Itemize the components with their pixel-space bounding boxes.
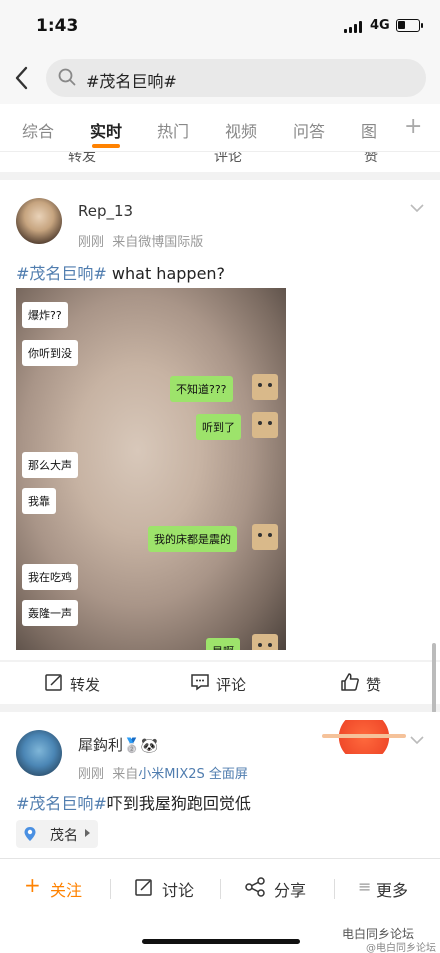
chat-bubble: 听到了 xyxy=(196,414,241,440)
follow-button[interactable]: 关注 xyxy=(50,877,82,901)
cat-avatar-icon xyxy=(252,412,278,438)
chevron-right-icon xyxy=(85,829,90,837)
location-pin-icon xyxy=(24,827,36,841)
tab-comprehensive[interactable]: 综合 xyxy=(22,118,54,142)
hashtag-link[interactable]: #茂名巨响# xyxy=(16,264,107,283)
chat-bubble: 轰隆一声 xyxy=(22,600,78,626)
plus-icon: + xyxy=(24,873,41,897)
back-button[interactable] xyxy=(14,66,34,90)
chat-bubble: 我靠 xyxy=(22,488,56,514)
tab-video[interactable]: 视频 xyxy=(225,118,257,142)
prev-comment-button[interactable]: 评论 xyxy=(214,152,242,166)
post-body: what happen? xyxy=(106,264,226,283)
post-action-bar: 转发 评论 赞 xyxy=(0,662,440,704)
chat-bubble: 我在吃鸡 xyxy=(22,564,78,590)
chevron-down-icon[interactable] xyxy=(410,736,424,744)
signal-icon xyxy=(344,21,364,33)
separator xyxy=(334,879,335,899)
chat-bubble: 不知道??? xyxy=(170,376,233,402)
search-input[interactable]: #茂名巨响# xyxy=(46,59,426,97)
network-type: 4G xyxy=(370,18,390,33)
prev-post-action-bar: 转发 评论 赞 xyxy=(0,152,440,172)
tab-bar: 综合 实时 热门 视频 问答 图 + xyxy=(0,104,440,152)
scrollbar[interactable] xyxy=(432,643,436,713)
tab-images[interactable]: 图 xyxy=(361,118,377,142)
repost-icon xyxy=(45,674,62,691)
chevron-down-icon[interactable] xyxy=(410,204,424,212)
tab-hot[interactable]: 热门 xyxy=(157,118,189,142)
post-meta: 刚刚 来自微博国际版 xyxy=(78,231,203,250)
chat-bubble: 我的床都是震的 xyxy=(148,526,237,552)
more-button[interactable]: 更多 xyxy=(376,877,408,901)
repost-button[interactable]: 转发 xyxy=(70,674,100,695)
card-divider xyxy=(0,704,440,712)
post-meta: 刚刚 来自小米MIX2S 全面屏 xyxy=(78,763,248,782)
hashtag-link[interactable]: #茂名巨响# xyxy=(16,794,107,813)
post-source-prefix: 来自 xyxy=(112,767,139,782)
post-source: 来自微博国际版 xyxy=(112,235,204,250)
watermark-sub: @电白同乡论坛 xyxy=(366,943,436,953)
chat-bubble: 那么大声 xyxy=(22,452,78,478)
username: 犀鈎利🥈🐼 xyxy=(78,734,158,755)
discuss-icon xyxy=(135,879,152,896)
cat-avatar-icon xyxy=(252,374,278,400)
cat-avatar-icon xyxy=(252,524,278,550)
post-text: #茂名巨响# what happen? xyxy=(16,260,225,284)
tab-qa[interactable]: 问答 xyxy=(293,118,325,142)
post-time: 刚刚 xyxy=(78,767,105,782)
separator xyxy=(110,879,111,899)
home-indicator[interactable] xyxy=(142,939,300,944)
comment-icon xyxy=(191,674,209,691)
post-source-device[interactable]: 小米MIX2S 全面屏 xyxy=(138,767,248,782)
share-icon xyxy=(245,877,265,897)
username-text[interactable]: 犀鈎利 xyxy=(78,736,123,754)
cat-avatar-icon xyxy=(252,634,278,650)
share-button[interactable]: 分享 xyxy=(274,877,306,901)
location-chip[interactable]: 茂名 xyxy=(16,820,98,848)
chat-bubble: 爆炸?? xyxy=(22,302,68,328)
status-time: 1:43 xyxy=(36,16,79,36)
chat-bubble: 你听到没 xyxy=(22,340,78,366)
battery-icon xyxy=(396,19,423,32)
post-time: 刚刚 xyxy=(78,235,105,250)
bottom-action-bar: + 关注 讨论 分享 ≡ 更多 电白同乡论坛 @电白同乡论坛 xyxy=(0,858,440,953)
add-tab-button[interactable]: + xyxy=(404,114,422,139)
post-body: 吓到我屋狗跑回觉低 xyxy=(106,794,251,813)
location-text: 茂名 xyxy=(50,828,78,844)
user-badges: 🥈🐼 xyxy=(123,738,158,754)
avatar[interactable] xyxy=(16,198,62,244)
active-tab-indicator xyxy=(92,144,120,148)
avatar[interactable] xyxy=(16,730,62,776)
separator xyxy=(220,879,221,899)
like-icon xyxy=(341,673,359,691)
comment-button[interactable]: 评论 xyxy=(216,674,246,695)
event-badge-icon xyxy=(322,720,406,754)
search-header: #茂名巨响# xyxy=(0,52,440,104)
discuss-button[interactable]: 讨论 xyxy=(162,877,194,901)
tab-realtime[interactable]: 实时 xyxy=(90,118,122,142)
post-image[interactable]: 爆炸?? 你听到没 不知道??? 听到了 那么大声 我靠 我的床都是震的 我在吃… xyxy=(16,288,286,650)
prev-repost-button[interactable]: 转发 xyxy=(68,152,96,166)
menu-icon: ≡ xyxy=(358,877,372,896)
like-button[interactable]: 赞 xyxy=(366,674,381,695)
post-text: #茂名巨响#吓到我屋狗跑回觉低 xyxy=(16,790,251,814)
status-bar: 1:43 4G xyxy=(0,0,440,52)
prev-like-button[interactable]: 赞 xyxy=(364,152,378,166)
chat-bubble: 是啊 xyxy=(206,638,240,650)
username[interactable]: Rep_13 xyxy=(78,202,133,220)
chevron-left-icon xyxy=(15,66,28,90)
search-icon xyxy=(58,68,76,86)
search-query: #茂名巨响# xyxy=(86,72,177,91)
